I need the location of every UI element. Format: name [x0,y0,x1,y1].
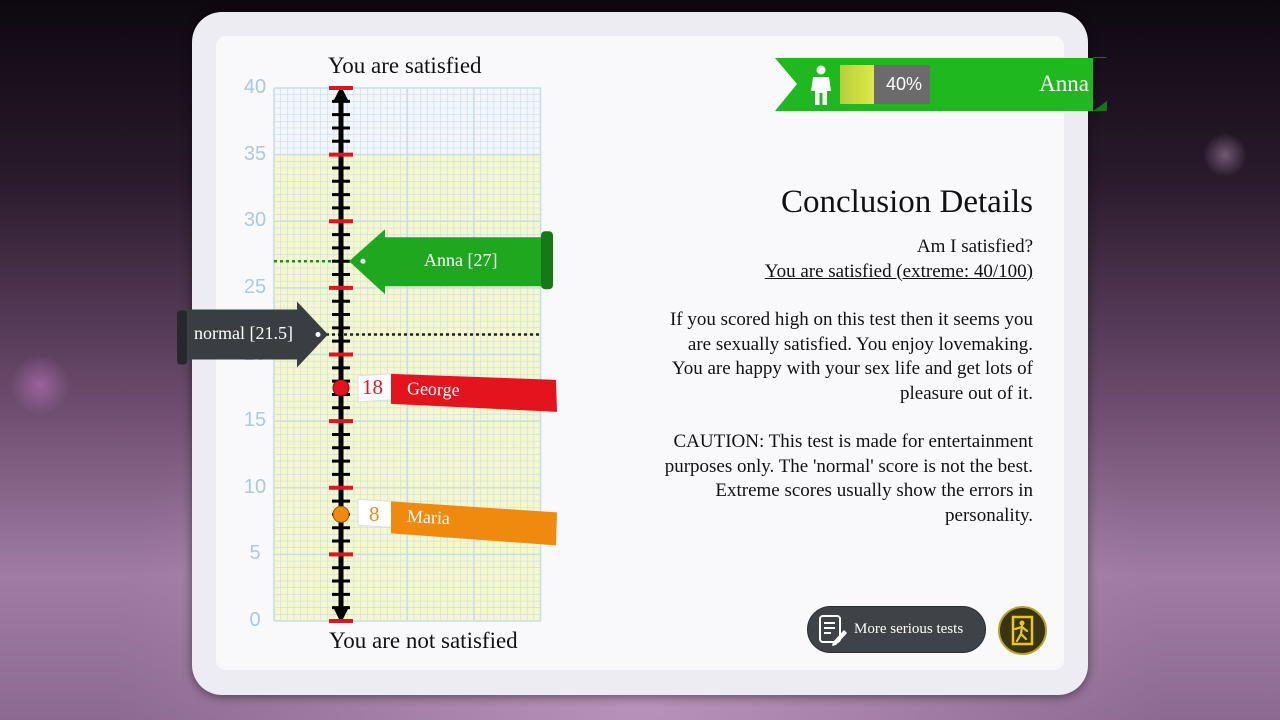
person-name: Anna [1039,71,1089,96]
normal-flag-dot [315,332,321,338]
anna-flag-dot [360,258,366,264]
progress-fill [840,65,875,104]
progress-track: 40% [840,65,930,104]
maria-score: 8 [369,502,380,526]
anna-flag-roll [541,231,553,290]
exit-button[interactable] [998,606,1047,655]
caution-line: purposes only. The 'normal' score is not… [664,455,1033,477]
maria-name: Maria [406,505,451,529]
normal-flag-roll [177,310,187,365]
person-icon [811,65,831,105]
conclusion-description-line: are sexually satisfied. You enjoy lovema… [687,333,1033,355]
anna-marker-label: Anna [27] [424,250,498,270]
george-score: 18 [362,375,383,399]
conclusion-question: Am I satisfied? [916,236,1033,257]
george-dot [332,379,350,397]
caution-line: personality. [945,504,1033,526]
more-serious-tests-label: More serious tests [854,621,964,637]
conclusion-description-line: pleasure out of it. [900,382,1033,404]
caution-line: CAUTION: This test is made for entertain… [673,431,1033,452]
document-pencil-icon [819,615,847,646]
person-banner: 40% Anna [775,57,1107,112]
caution-line: Extreme scores usually show the errors i… [715,480,1033,501]
more-serious-tests-button[interactable]: More serious tests [807,606,986,653]
conclusion-answer: You are satisfied (extreme: 40/100) [764,260,1033,282]
progress-percent: 40% [885,74,922,94]
conclusion-description-line: If you scored high on this test then it … [669,309,1033,330]
normal-marker-label: normal [21.5] [194,323,293,343]
george-name: George [406,378,461,400]
conclusion-title: Conclusion Details [780,184,1033,220]
exit-door-icon [1011,615,1034,646]
conclusion-panel: Conclusion Details Am I satisfied? You a… [665,184,1033,528]
conclusion-description-line: You are happy with your sex life and get… [671,358,1033,379]
maria-dot [332,505,350,523]
